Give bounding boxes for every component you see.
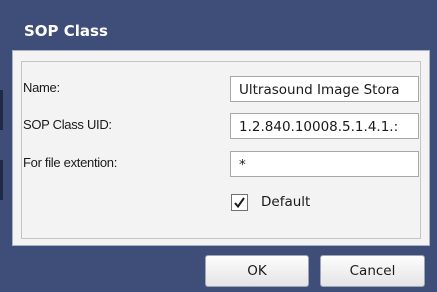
default-checkbox-label: Default xyxy=(261,194,311,210)
ok-button[interactable]: OK xyxy=(205,255,309,287)
window-edge xyxy=(0,160,3,200)
window-edge xyxy=(0,90,3,130)
default-checkbox[interactable] xyxy=(231,193,248,211)
cancel-button[interactable]: Cancel xyxy=(320,255,425,287)
dialog-title: SOP Class xyxy=(24,22,108,40)
file-extension-label: For file extention: xyxy=(23,155,118,170)
sop-class-dialog: SOP Class Name: Ultrasound Image Storа S… xyxy=(0,0,437,292)
name-label: Name: xyxy=(23,80,60,95)
file-extension-field[interactable]: * xyxy=(230,151,419,177)
title-bar[interactable]: SOP Class xyxy=(14,10,429,50)
sop-class-uid-field[interactable]: 1.2.840.10008.5.1.4.1.: xyxy=(230,113,419,139)
checkmark-icon xyxy=(234,196,245,208)
sop-class-uid-label: SOP Class UID: xyxy=(23,117,112,132)
name-field[interactable]: Ultrasound Image Storа xyxy=(230,76,419,102)
default-checkbox-row[interactable]: Default xyxy=(231,191,310,213)
